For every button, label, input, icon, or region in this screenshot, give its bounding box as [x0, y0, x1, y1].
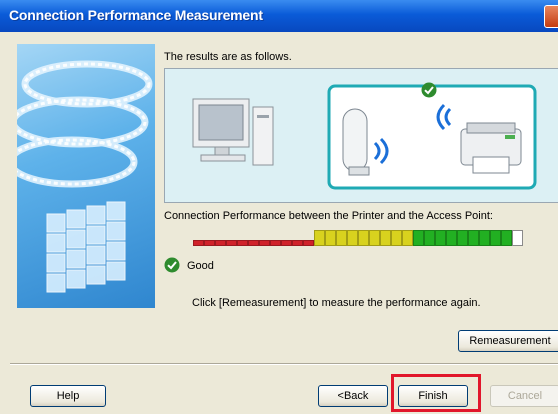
meter-segment [325, 230, 336, 246]
meter-segment [512, 230, 523, 246]
meter-segment [270, 240, 281, 246]
performance-label: Connection Performance between the Print… [164, 210, 493, 222]
signal-strength-meter [193, 230, 523, 246]
computer-icon [192, 98, 274, 166]
side-banner-image [17, 44, 155, 308]
meter-segment [391, 230, 402, 246]
meter-segment [248, 240, 259, 246]
connection-illustration [164, 68, 558, 203]
connection-ok-check-icon [421, 82, 437, 98]
meter-segment [347, 230, 358, 246]
good-status-check-icon [164, 257, 180, 273]
close-button[interactable] [544, 5, 558, 28]
title-bar: Connection Performance Measurement [0, 0, 558, 32]
meter-segment [490, 230, 501, 246]
meter-segment [479, 230, 490, 246]
meter-segment [468, 230, 479, 246]
finish-highlight-frame [391, 374, 481, 412]
meter-segment [402, 230, 413, 246]
meter-segment [358, 230, 369, 246]
result-status-text: Good [187, 260, 214, 272]
help-button[interactable]: Help [30, 385, 106, 407]
meter-segment [259, 240, 270, 246]
meter-segment [424, 230, 435, 246]
meter-segment [457, 230, 468, 246]
meter-segment [237, 240, 248, 246]
meter-segment [226, 240, 237, 246]
meter-segment [380, 230, 391, 246]
meter-segment [413, 230, 424, 246]
meter-segment [215, 240, 226, 246]
meter-segment [336, 230, 347, 246]
meter-segment [314, 230, 325, 246]
remeasurement-button[interactable]: Remeasurement [458, 330, 558, 352]
meter-segment [281, 240, 292, 246]
back-button[interactable]: <Back [318, 385, 388, 407]
instruction-text: The results are as follows. [164, 51, 292, 63]
meter-segment [204, 240, 215, 246]
meter-segment [193, 240, 204, 246]
meter-segment [292, 240, 303, 246]
meter-segment [435, 230, 446, 246]
window-title: Connection Performance Measurement [9, 7, 263, 23]
cancel-button[interactable]: Cancel [490, 385, 558, 407]
meter-segment [501, 230, 512, 246]
meter-segment [369, 230, 380, 246]
meter-segment [303, 240, 314, 246]
footer-divider [10, 363, 558, 365]
meter-segment [446, 230, 457, 246]
remeasure-hint-text: Click [Remeasurement] to measure the per… [192, 297, 481, 309]
